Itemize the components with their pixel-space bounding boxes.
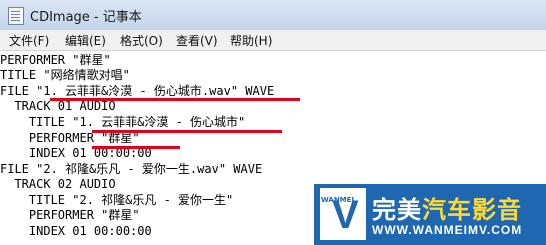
logo-name: 完美汽车影音 <box>372 190 522 225</box>
text-line: TRACK 01 AUDIO <box>0 99 116 113</box>
menu-help[interactable]: 帮助(H) <box>228 32 274 49</box>
text-line: FILE "1. 云菲菲&泠漠 - 伤心城市.wav" WAVE <box>0 84 275 98</box>
text-line: TITLE "1. 云菲菲&泠漠 - 伤心城市" <box>0 115 246 129</box>
menu-format[interactable]: 格式(O) <box>118 32 165 49</box>
menu-file[interactable]: 文件(F) <box>7 32 51 49</box>
text-line: PERFORMER "群星" <box>0 208 140 222</box>
menu-bar: 文件(F) 编辑(E) 格式(O) 查看(V) 帮助(H) <box>0 30 546 51</box>
red-underline <box>92 130 282 133</box>
logo-url: WWW.WANMEIMV.COM <box>372 223 523 237</box>
text-line: TITLE "网络情歌对唱" <box>0 68 130 82</box>
menu-edit[interactable]: 编辑(E) <box>63 32 108 49</box>
logo-badge: WANMEI V <box>320 188 366 240</box>
window-title: CDImage - 记事本 <box>30 10 142 25</box>
text-line: TRACK 02 AUDIO <box>0 177 116 191</box>
watermark-logo: WANMEI V 完美汽车影音 WWW.WANMEIMV.COM <box>314 184 546 245</box>
title-bar: CDImage - 记事本 <box>0 0 546 31</box>
logo-name-main: 完美 <box>372 196 422 224</box>
logo-name-accent: 汽车影音 <box>422 196 522 224</box>
logo-v-icon: V <box>332 193 359 237</box>
menu-view[interactable]: 查看(V) <box>174 32 220 49</box>
text-line: TITLE "2. 祁隆&乐凡 - 爱你一生" <box>0 193 234 207</box>
text-line: INDEX 01 00:00:00 <box>0 224 152 238</box>
red-underline <box>50 98 300 101</box>
badge-text: WANMEI <box>321 196 355 204</box>
text-line: PERFORMER "群星" <box>0 131 140 145</box>
red-underline <box>92 146 180 149</box>
notepad-icon <box>8 7 24 25</box>
text-line: FILE "2. 祁隆&乐凡 - 爱你一生.wav" WAVE <box>0 162 263 176</box>
text-line: PERFORMER "群星" <box>0 53 111 67</box>
